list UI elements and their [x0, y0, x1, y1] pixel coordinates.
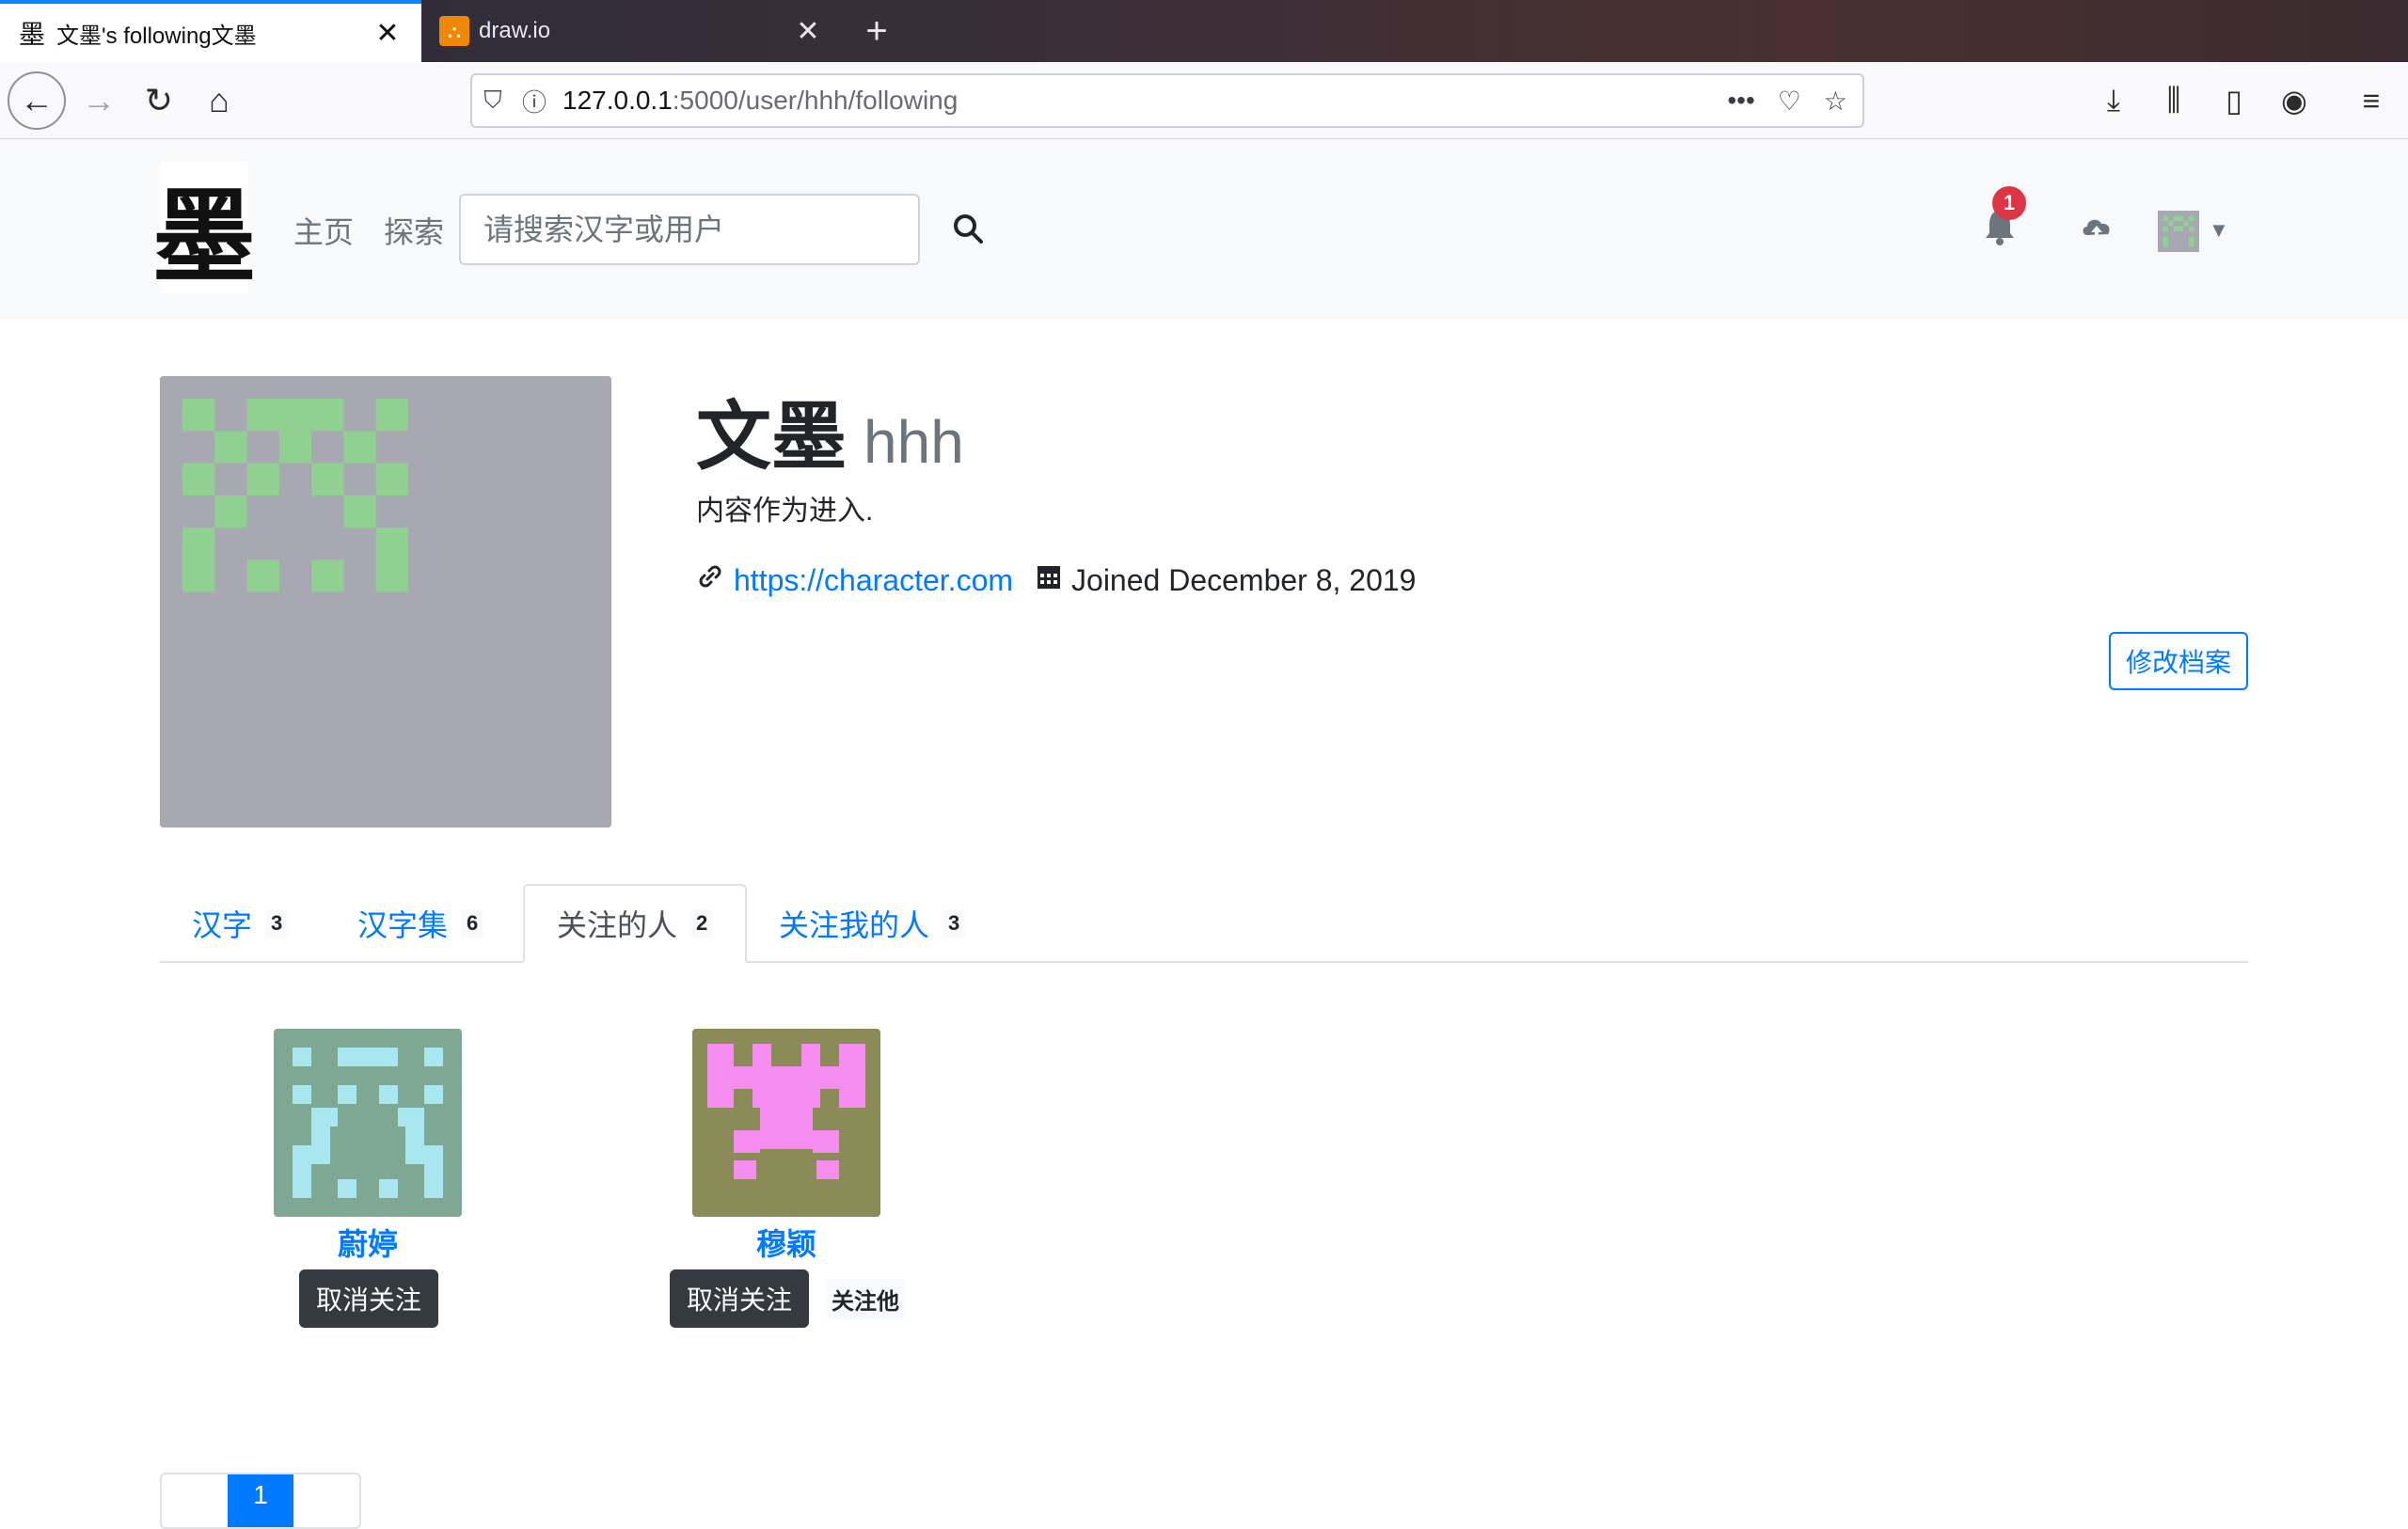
page-actions-icon[interactable]: ••• — [1727, 86, 1754, 117]
profile-display-name: 文墨 hhh — [696, 395, 964, 479]
following-actions: 取消关注 — [299, 1269, 439, 1328]
nav-home-link[interactable]: 主页 — [293, 209, 354, 252]
profile-username: hhh — [863, 408, 964, 476]
site-navbar: 墨 主页 探索 1 ▼ — [0, 139, 2408, 320]
tab-followers[interactable]: 关注我的人 3 — [747, 884, 997, 963]
tab-count-badge: 3 — [265, 909, 289, 938]
following-actions: 取消关注 关注他 — [670, 1269, 906, 1328]
close-tab-icon[interactable]: ✕ — [793, 16, 823, 47]
address-bar[interactable]: ⛉ ⓘ 127.0.0.1:5000/user/hhh/following ••… — [470, 73, 1864, 128]
sidebar-icon[interactable]: ▯ — [2205, 71, 2263, 130]
close-tab-icon[interactable]: ✕ — [372, 18, 403, 49]
browser-tab-active[interactable]: 墨 文墨's following文墨 ✕ — [0, 0, 421, 62]
following-card: 穆颖 — [673, 1029, 899, 1264]
profile-bio: 内容作为进入. — [696, 496, 874, 527]
tab-title: 文墨's following文墨 — [56, 23, 257, 49]
browser-tab-drawio[interactable]: ⛬ draw.io ✕ — [422, 0, 842, 62]
tab-characters[interactable]: 汉字 3 — [160, 884, 320, 963]
edit-profile-button[interactable]: 修改档案 — [2109, 632, 2248, 690]
unfollow-button[interactable]: 取消关注 — [299, 1269, 439, 1328]
menu-icon[interactable]: ≡ — [2342, 71, 2400, 130]
site-favicon-icon: 墨 — [18, 19, 45, 50]
following-username[interactable]: 穆颖 — [756, 1221, 816, 1264]
tab-count-badge: 6 — [461, 909, 484, 938]
search-input[interactable] — [459, 194, 920, 265]
reload-button[interactable]: ↻ — [130, 71, 188, 130]
profile-website-link[interactable]: https://character.com — [734, 563, 1013, 598]
unfollow-button[interactable]: 取消关注 — [670, 1269, 810, 1328]
browser-toolbar: ← → ↻ ⌂ ⛉ ⓘ 127.0.0.1:5000/user/hhh/foll… — [0, 62, 2408, 139]
upload-icon[interactable] — [2073, 205, 2120, 252]
notification-count-badge: 1 — [1992, 186, 2026, 220]
account-icon[interactable]: ◉ — [2265, 71, 2323, 130]
link-icon — [696, 562, 724, 598]
back-button[interactable]: ← — [8, 71, 66, 130]
downloads-icon[interactable]: ⤓ — [2084, 71, 2143, 130]
follows-you-badge: 关注他 — [826, 1278, 906, 1319]
drawio-favicon-icon: ⛬ — [439, 16, 469, 46]
new-tab-button[interactable]: + — [858, 0, 895, 62]
following-card: 蔚婷 — [255, 1029, 481, 1264]
tab-following[interactable]: 关注的人 2 — [523, 884, 748, 963]
pagination: 1 — [160, 1473, 361, 1529]
user-avatar[interactable] — [2158, 211, 2199, 252]
following-username[interactable]: 蔚婷 — [338, 1221, 398, 1264]
home-button[interactable]: ⌂ — [190, 71, 248, 130]
profile-tabs: 汉字 3 汉字集 6 关注的人 2 关注我的人 3 — [160, 884, 2248, 963]
tab-title: draw.io — [479, 18, 551, 43]
tab-count-badge: 2 — [690, 909, 714, 938]
search-icon[interactable] — [944, 205, 991, 252]
browser-tab-bar: 墨 文墨's following文墨 ✕ ⛬ draw.io ✕ + — [0, 0, 2408, 62]
profile-avatar — [160, 376, 611, 828]
chevron-down-icon[interactable]: ▼ — [2209, 218, 2229, 243]
tracking-shield-icon[interactable]: ⛉ — [472, 86, 514, 116]
tab-count-badge: 3 — [943, 909, 966, 938]
nav-explore-link[interactable]: 探索 — [384, 209, 444, 252]
url-text[interactable]: 127.0.0.1:5000/user/hhh/following — [555, 86, 1727, 116]
pagination-next[interactable] — [293, 1474, 359, 1527]
forward-button[interactable]: → — [70, 71, 128, 130]
user-avatar[interactable] — [692, 1029, 880, 1217]
user-avatar[interactable] — [274, 1029, 462, 1217]
profile-joined-date: Joined December 8, 2019 — [1071, 562, 1417, 597]
library-icon[interactable]: ⫼ — [2145, 71, 2203, 130]
tab-character-sets[interactable]: 汉字集 6 — [325, 884, 515, 963]
pagination-current-page[interactable]: 1 — [228, 1474, 293, 1527]
site-info-icon[interactable]: ⓘ — [514, 84, 555, 118]
profile-meta: https://character.com Joined December 8,… — [696, 562, 1416, 598]
pagination-prev[interactable] — [162, 1474, 228, 1527]
pocket-icon[interactable]: ♡ — [1778, 86, 1801, 117]
calendar-icon — [1036, 562, 1062, 598]
site-logo[interactable]: 墨 — [152, 162, 256, 297]
bookmark-star-icon[interactable]: ☆ — [1824, 86, 1847, 117]
